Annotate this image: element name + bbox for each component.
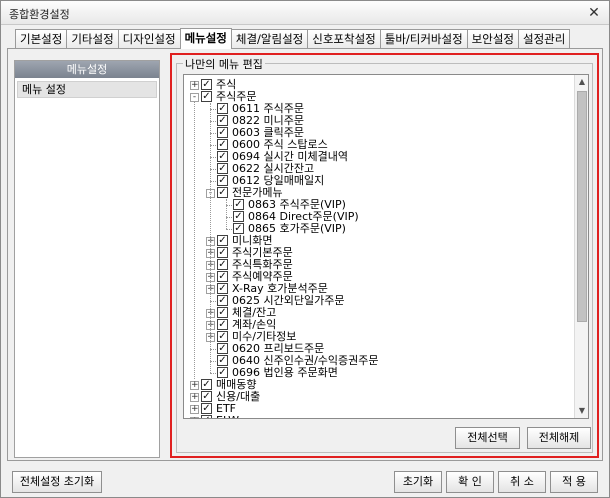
checkbox[interactable]: ✓ — [217, 139, 228, 150]
menu-settings-list: 메뉴설정 메뉴 설정 — [14, 60, 160, 458]
tab-8[interactable]: 보안설정 — [466, 29, 519, 49]
tree-item[interactable]: +✓ ELW — [184, 415, 575, 418]
reset-all-settings-button[interactable]: 전체설정 초기화 — [12, 471, 102, 493]
tab-3[interactable]: 디자인설정 — [117, 29, 181, 49]
checkbox[interactable]: ✓ — [217, 367, 228, 378]
deselect-all-button[interactable]: 전체해제 — [527, 427, 591, 449]
tab-2[interactable]: 기타설정 — [66, 29, 119, 49]
checkbox[interactable]: ✓ — [217, 187, 228, 198]
checkbox[interactable]: ✓ — [217, 319, 228, 330]
checkbox[interactable]: ✓ — [233, 211, 244, 222]
tree-item[interactable]: + ✓ 신용/대출 — [184, 391, 575, 403]
checkbox[interactable]: ✓ — [217, 283, 228, 294]
checkbox[interactable]: ✓ — [201, 391, 212, 402]
tree-item[interactable]: ✓ 0864 Direct주문(VIP) — [184, 211, 575, 223]
expand-icon[interactable]: + — [190, 417, 199, 418]
checkbox[interactable]: ✓ — [217, 331, 228, 342]
tree-item[interactable]: + ✓ ETF — [184, 403, 575, 415]
menu-editor-legend: 나만의 메뉴 편집 — [183, 56, 265, 72]
tab-panel: 메뉴설정 메뉴 설정 나만의 메뉴 편집 + ✓ 주식 - ✓ 주식주문 ✓ 0611 주식주… — [7, 48, 603, 461]
select-all-button[interactable]: 전체선택 — [455, 427, 520, 449]
scroll-thumb[interactable] — [577, 91, 587, 322]
scroll-down-icon[interactable]: ▼ — [575, 404, 588, 418]
tree-item[interactable]: ✓ 0863 주식주문(VIP) — [184, 199, 575, 211]
checkbox[interactable]: ✓ — [217, 355, 228, 366]
menu-tree-box: + ✓ 주식 - ✓ 주식주문 ✓ 0611 주식주문 ✓ 0822 미니주문 ✓ 0603 클릭주문… — [183, 74, 589, 419]
menu-editor-highlight: 나만의 메뉴 편집 + ✓ 주식 - ✓ 주식주문 ✓ 0611 주식주문 ✓ 0822 미니주문… — [170, 53, 599, 458]
menu-tree: + ✓ 주식 - ✓ 주식주문 ✓ 0611 주식주문 ✓ 0822 미니주문 ✓ 0603 클릭주문… — [184, 75, 575, 418]
menu-editor-group: 나만의 메뉴 편집 + ✓ 주식 - ✓ 주식주문 ✓ 0611 주식주문 ✓ 0822 미니주문… — [176, 56, 593, 453]
scroll-up-icon[interactable]: ▲ — [575, 75, 588, 89]
tab-7[interactable]: 툴바/티커바설정 — [379, 29, 468, 49]
left-panel-header: 메뉴설정 — [15, 61, 159, 78]
window-title: 종합환경설정 — [9, 8, 70, 21]
tree-guide-line — [226, 229, 232, 230]
title-bar[interactable]: 종합환경설정 ✕ — [1, 1, 609, 25]
checkbox[interactable]: ✓ — [217, 151, 228, 162]
tab-5[interactable]: 체결/알림설정 — [230, 29, 309, 49]
checkbox[interactable]: ✓ — [217, 115, 228, 126]
checkbox[interactable]: ✓ — [217, 259, 228, 270]
tab-6[interactable]: 신호포착설정 — [307, 29, 381, 49]
ok-button[interactable]: 확 인 — [446, 471, 494, 493]
settings-window: 종합환경설정 ✕ 기본설정 기타설정 디자인설정 메뉴설정 체결/알림설정 신호포착설정 툴… — [0, 0, 610, 498]
settings-tabs: 기본설정 기타설정 디자인설정 메뉴설정 체결/알림설정 신호포착설정 툴바/티커바설정 보안… — [15, 28, 571, 49]
tree-guide-line — [210, 373, 216, 374]
checkbox[interactable]: ✓ — [217, 247, 228, 258]
close-icon[interactable]: ✕ — [585, 4, 603, 22]
expand-icon[interactable]: + — [190, 405, 199, 414]
tab-4[interactable]: 메뉴설정 — [179, 28, 232, 49]
checkbox[interactable]: ✓ — [201, 403, 212, 414]
checkbox[interactable]: ✓ — [217, 295, 228, 306]
checkbox[interactable]: ✓ — [217, 271, 228, 282]
tree-item-label: ELW — [216, 415, 239, 419]
checkbox[interactable]: ✓ — [201, 415, 212, 418]
checkbox[interactable]: ✓ — [201, 91, 212, 102]
checkbox[interactable]: ✓ — [217, 307, 228, 318]
checkbox[interactable]: ✓ — [217, 103, 228, 114]
apply-button[interactable]: 적 용 — [550, 471, 598, 493]
checkbox[interactable]: ✓ — [233, 199, 244, 210]
tree-guide-line — [226, 199, 227, 229]
checkbox[interactable]: ✓ — [217, 343, 228, 354]
expand-icon[interactable]: + — [190, 393, 199, 402]
tree-guide-line — [194, 102, 195, 379]
left-panel-item-menu-settings[interactable]: 메뉴 설정 — [17, 81, 157, 98]
checkbox[interactable]: ✓ — [233, 223, 244, 234]
tree-scrollbar[interactable]: ▲ ▼ — [574, 75, 588, 418]
checkbox[interactable]: ✓ — [217, 127, 228, 138]
tree-guide-line — [210, 103, 211, 373]
checkbox[interactable]: ✓ — [201, 79, 212, 90]
checkbox[interactable]: ✓ — [217, 163, 228, 174]
tab-9[interactable]: 설정관리 — [518, 29, 571, 49]
checkbox[interactable]: ✓ — [201, 379, 212, 390]
initialize-button[interactable]: 초기화 — [394, 471, 442, 493]
checkbox[interactable]: ✓ — [217, 235, 228, 246]
expand-icon[interactable]: + — [190, 81, 199, 90]
expand-icon[interactable]: + — [190, 381, 199, 390]
tree-item[interactable]: - ✓ 전문가메뉴 — [184, 187, 575, 199]
collapse-icon[interactable]: - — [190, 93, 199, 102]
tab-1[interactable]: 기본설정 — [15, 29, 68, 49]
checkbox[interactable]: ✓ — [217, 175, 228, 186]
cancel-button[interactable]: 취 소 — [498, 471, 546, 493]
